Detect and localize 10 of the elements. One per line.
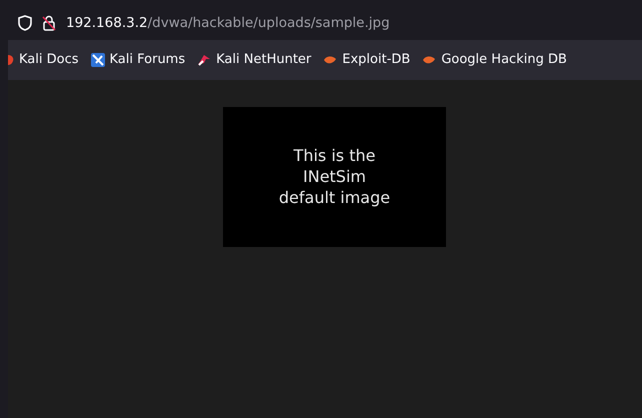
nethunter-icon	[197, 53, 212, 67]
forum-icon	[90, 53, 105, 67]
image-text: This is the INetSim default image	[223, 107, 446, 247]
bookmark-link[interactable]: Kali Docs	[8, 50, 85, 70]
bookmark-link[interactable]: Kali NetHunter	[191, 50, 318, 70]
bookmark-link[interactable]: Google Hacking DB	[416, 50, 573, 70]
address-field[interactable]: 192.168.3.2/dvwa/hackable/uploads/sample.jpg	[66, 12, 390, 34]
bookmark-link[interactable]: Exploit-DB	[317, 50, 416, 70]
bookmark-link[interactable]: Kali Forums	[84, 50, 192, 70]
shield-icon	[18, 15, 32, 31]
